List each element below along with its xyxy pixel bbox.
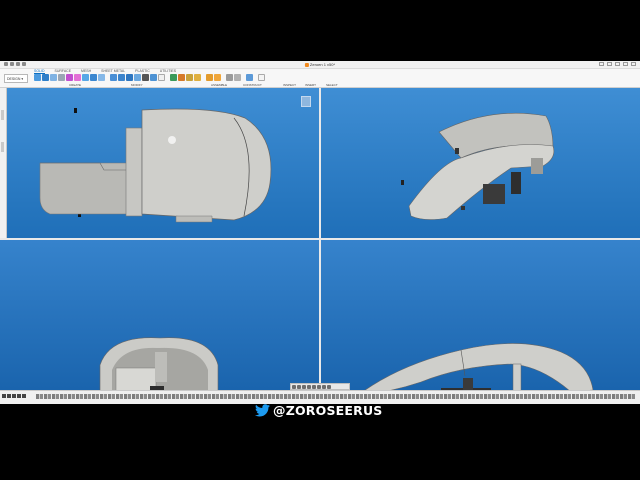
step-back-icon[interactable] [7, 394, 11, 398]
viewport-front[interactable] [0, 240, 319, 390]
orbit-icon[interactable] [292, 385, 296, 389]
job-status-icon[interactable] [607, 62, 612, 66]
viewport-perspective[interactable] [321, 88, 640, 238]
split-icon[interactable] [158, 74, 165, 81]
social-handle: @ZOROSEERUS [255, 403, 383, 418]
select-icon[interactable] [258, 74, 265, 81]
hole-icon[interactable] [74, 74, 81, 81]
new-component-icon[interactable] [34, 74, 41, 81]
browser-label [1, 110, 4, 120]
align-icon[interactable] [150, 74, 157, 81]
browser-panel-collapsed[interactable] [0, 88, 7, 238]
chamfer-icon[interactable] [126, 74, 133, 81]
ribbon-tools [34, 74, 265, 81]
mouse-model-side [364, 343, 594, 390]
rigid-group-icon[interactable] [194, 74, 201, 81]
timeline [0, 390, 640, 404]
insert-image-icon[interactable] [246, 74, 253, 81]
timeline-controls [2, 394, 26, 398]
joint-icon[interactable] [170, 74, 177, 81]
step-forward-icon[interactable] [17, 394, 21, 398]
document-title: Zeroen 1 v50* [309, 62, 336, 67]
quick-access-toolbar [4, 62, 26, 66]
extrude-icon[interactable] [50, 74, 57, 81]
viewport-divider-horizontal[interactable] [0, 238, 640, 240]
mouse-model-perspective [401, 112, 555, 220]
group-assemble[interactable]: ASSEMBLE [211, 83, 227, 87]
viewport-top[interactable] [0, 88, 319, 238]
viewports-icon[interactable] [327, 385, 331, 389]
navigation-bar [290, 383, 350, 390]
fusion-window: Zeroen 1 v50* DESIGN ▾ SOLID SURFACE MES… [0, 61, 640, 404]
window-controls [599, 62, 636, 66]
rewind-icon[interactable] [2, 394, 6, 398]
display-settings-icon[interactable] [317, 385, 321, 389]
document-icon [304, 62, 309, 67]
joint-origin-icon[interactable] [186, 74, 193, 81]
measure-icon[interactable] [226, 74, 233, 81]
workspace-label: DESIGN [7, 77, 21, 81]
as-built-joint-icon[interactable] [178, 74, 185, 81]
title-bar: Zeroen 1 v50* [0, 61, 640, 69]
file-icon[interactable] [10, 62, 14, 66]
notifications-icon[interactable] [615, 62, 620, 66]
group-select[interactable]: SELECT [326, 83, 338, 87]
group-construct[interactable]: CONSTRUCT [243, 83, 262, 87]
play-icon[interactable] [12, 394, 16, 398]
ribbon-group-labels: CREATE MODIFY ASSEMBLE CONSTRUCT INSPECT… [0, 83, 640, 87]
fillet-icon[interactable] [118, 74, 125, 81]
form-icon[interactable] [66, 74, 73, 81]
comments-label [1, 142, 4, 152]
timeline-features[interactable] [36, 394, 636, 399]
mouse-model-front [99, 337, 219, 390]
press-pull-icon[interactable] [110, 74, 117, 81]
sketch-icon[interactable] [42, 74, 49, 81]
zoom-icon[interactable] [307, 385, 311, 389]
fast-forward-icon[interactable] [22, 394, 26, 398]
handle-text: @ZOROSEERUS [273, 403, 383, 418]
revolve-icon[interactable] [58, 74, 65, 81]
shell-icon[interactable] [134, 74, 141, 81]
add-tab-icon[interactable] [599, 62, 604, 66]
workspace-switcher[interactable]: DESIGN ▾ [4, 74, 28, 83]
twitter-bird-icon [255, 404, 270, 417]
offset-plane-icon[interactable] [206, 74, 213, 81]
grid-settings-icon[interactable] [322, 385, 326, 389]
move-icon[interactable] [142, 74, 149, 81]
look-at-icon[interactable] [297, 385, 301, 389]
user-avatar[interactable] [631, 62, 636, 66]
grid-menu-icon[interactable] [4, 62, 8, 66]
mouse-model-top [39, 108, 272, 223]
document-tab[interactable]: Zeroen 1 v50* [304, 61, 336, 68]
group-modify[interactable]: MODIFY [131, 83, 143, 87]
toolbar-ribbon: DESIGN ▾ SOLID SURFACE MESH SHEET METAL … [0, 69, 640, 88]
group-insert[interactable]: INSERT [305, 83, 316, 87]
interference-icon[interactable] [234, 74, 241, 81]
pan-icon[interactable] [302, 385, 306, 389]
save-icon[interactable] [16, 62, 20, 66]
mirror-icon[interactable] [90, 74, 97, 81]
create-more-icon[interactable] [98, 74, 105, 81]
pattern-icon[interactable] [82, 74, 89, 81]
fit-icon[interactable] [312, 385, 316, 389]
group-inspect[interactable]: INSPECT [283, 83, 296, 87]
undo-icon[interactable] [22, 62, 26, 66]
help-icon[interactable] [623, 62, 628, 66]
group-create[interactable]: CREATE [69, 83, 81, 87]
plane-at-angle-icon[interactable] [214, 74, 221, 81]
viewport-side[interactable] [321, 240, 640, 390]
viewcube[interactable] [301, 96, 311, 107]
